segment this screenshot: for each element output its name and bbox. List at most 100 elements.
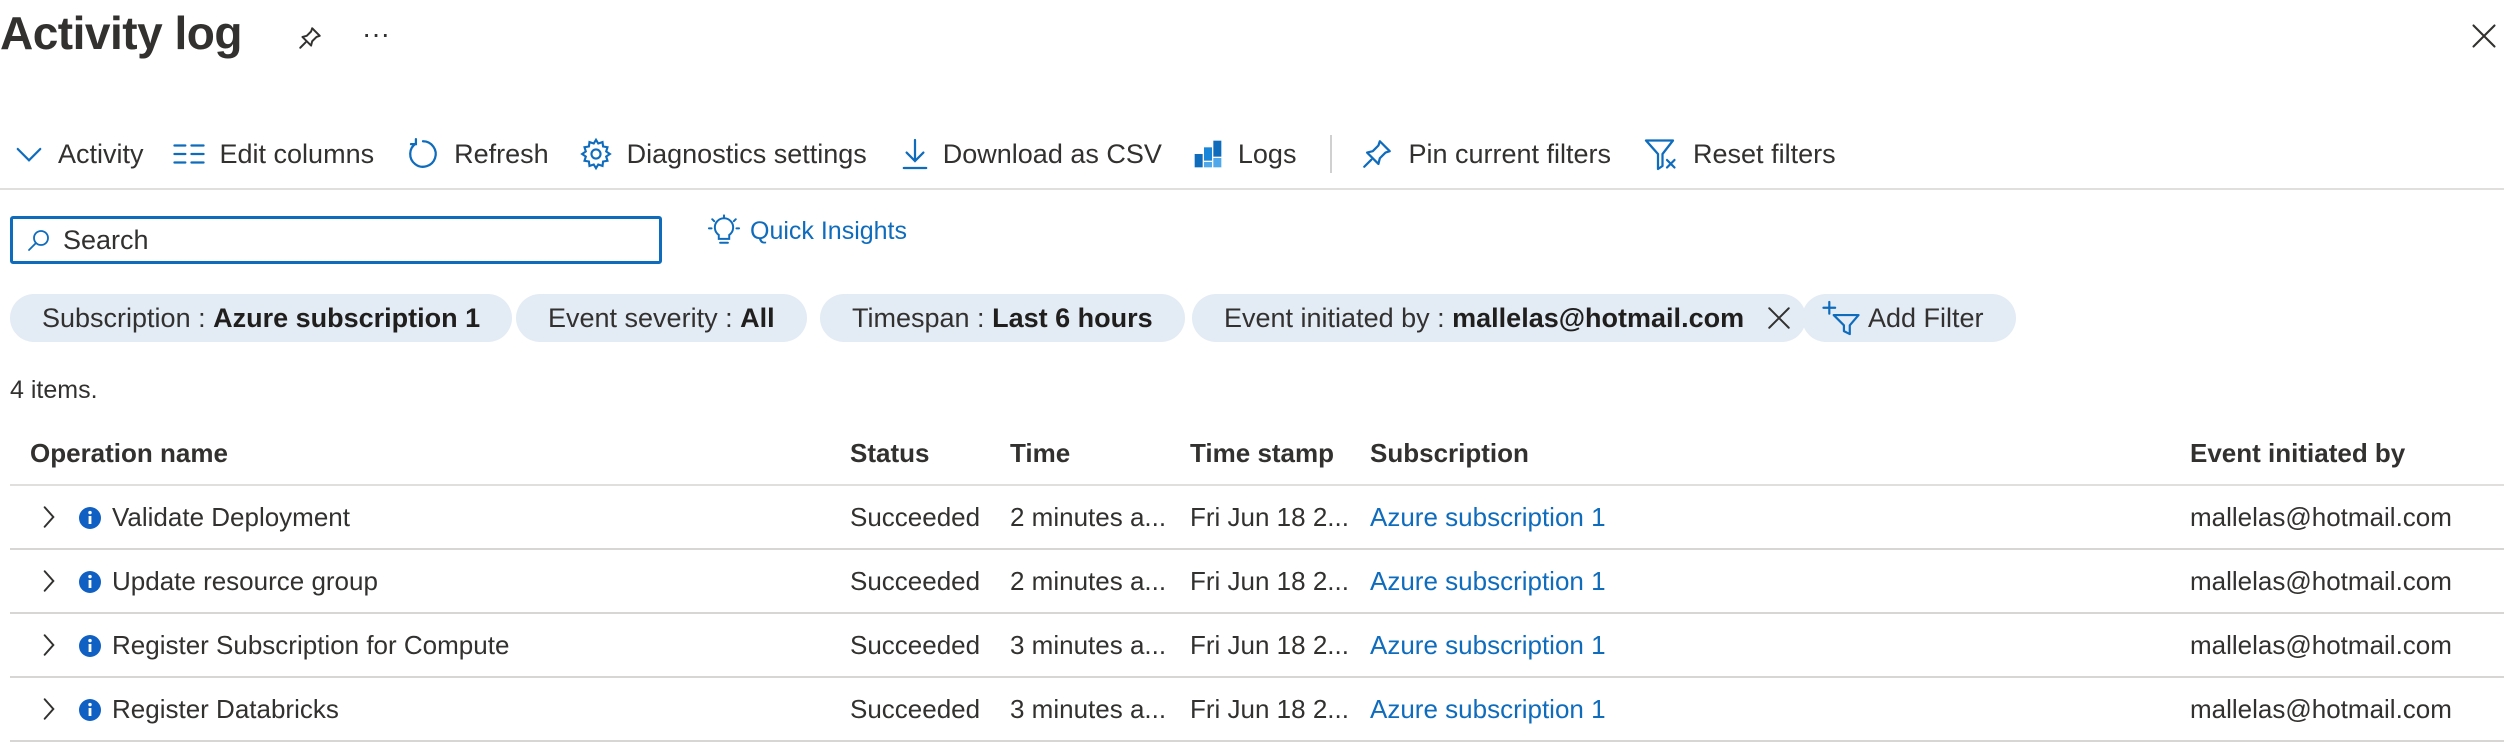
diagnostics-settings-button[interactable]: Diagnostics settings	[579, 128, 867, 180]
time-cell: 3 minutes a...	[1010, 630, 1167, 660]
refresh-label: Refresh	[454, 138, 549, 169]
add-filter-label: Add Filter	[1868, 302, 1984, 333]
subscription-link[interactable]: Azure subscription 1	[1370, 502, 1606, 533]
time-cell: 2 minutes a...	[1010, 502, 1167, 532]
chevron-down-icon	[16, 147, 42, 162]
remove-filter-button[interactable]	[1766, 305, 1792, 331]
add-filter-icon	[1822, 300, 1860, 336]
download-csv-label: Download as CSV	[942, 138, 1162, 169]
download-csv-button[interactable]: Download as CSV	[901, 128, 1162, 180]
pin-current-filters-button[interactable]: Pin current filters	[1360, 128, 1611, 180]
filter-pill-event-severity[interactable]: Event severity : All	[516, 294, 807, 342]
expand-row-button[interactable]	[34, 628, 64, 662]
activity-table: Operation name Status Time Time stamp Su…	[10, 420, 2504, 742]
more-options-button[interactable]: ···	[356, 14, 396, 54]
table-row[interactable]: Validate Deployment Succeeded 2 minutes …	[10, 486, 2504, 550]
pin-icon	[1363, 140, 1392, 168]
reset-filters-label: Reset filters	[1693, 138, 1836, 169]
close-icon	[1768, 307, 1790, 329]
subscription-link[interactable]: Azure subscription 1	[1370, 630, 1606, 661]
filter-pill-timespan[interactable]: Timespan : Last 6 hours	[820, 294, 1185, 342]
filter-key: Event severity :	[548, 302, 733, 333]
info-icon	[79, 635, 101, 657]
search-icon	[28, 230, 49, 251]
blade-header: Activity log ···	[0, 0, 2504, 80]
table-row[interactable]: Update resource group Succeeded 2 minute…	[10, 550, 2504, 614]
info-icon	[79, 571, 101, 593]
info-icon	[79, 699, 101, 721]
filter-pill-subscription[interactable]: Subscription : Azure subscription 1	[10, 294, 513, 342]
event-initiated-by-cell: mallelas@hotmail.com	[2190, 502, 2452, 532]
time-stamp-cell: Fri Jun 18 2...	[1190, 502, 1349, 532]
subscription-link[interactable]: Azure subscription 1	[1370, 566, 1606, 597]
logs-label: Logs	[1237, 138, 1297, 169]
items-count: 4 items.	[10, 376, 98, 404]
table-row[interactable]: Register Subscription for Compute Succee…	[10, 614, 2504, 678]
logs-button[interactable]: Logs	[1192, 128, 1297, 180]
quick-insights-link[interactable]: Quick Insights	[708, 214, 907, 248]
time-cell: 2 minutes a...	[1010, 566, 1167, 596]
filter-value: Last 6 hours	[992, 302, 1153, 333]
filter-pill-event-initiated-by[interactable]: Event initiated by : mallelas@hotmail.co…	[1192, 294, 1807, 342]
event-initiated-by-cell: mallelas@hotmail.com	[2190, 694, 2452, 724]
add-filter-button[interactable]: Add Filter	[1802, 294, 2016, 342]
time-stamp-cell: Fri Jun 18 2...	[1190, 694, 1349, 724]
close-button[interactable]	[2466, 18, 2502, 54]
command-bar: Activity Edit columns Refresh Diagnostic…	[0, 128, 1836, 180]
more-icon: ···	[362, 18, 390, 49]
column-header-time[interactable]: Time	[1010, 438, 1070, 469]
search-input[interactable]	[63, 224, 643, 256]
column-header-subscription[interactable]: Subscription	[1370, 438, 1529, 469]
filter-value: All	[740, 302, 775, 333]
expand-row-button[interactable]	[34, 692, 64, 726]
operation-name-cell: Update resource group	[112, 566, 378, 596]
event-initiated-by-cell: mallelas@hotmail.com	[2190, 630, 2452, 660]
time-stamp-cell: Fri Jun 18 2...	[1190, 630, 1349, 660]
operation-name-cell: Register Databricks	[112, 694, 339, 724]
filter-value: Azure subscription 1	[213, 302, 481, 333]
operation-name-cell: Register Subscription for Compute	[112, 630, 510, 660]
filter-key: Subscription :	[42, 302, 206, 333]
diagnostics-settings-label: Diagnostics settings	[626, 138, 867, 169]
columns-icon	[172, 144, 205, 164]
info-icon	[79, 507, 101, 529]
reset-filters-button[interactable]: Reset filters	[1643, 128, 1836, 180]
expand-row-button[interactable]	[34, 564, 64, 598]
chevron-right-icon	[43, 570, 55, 592]
toolbar-divider	[1330, 135, 1333, 173]
close-icon	[2472, 24, 2496, 48]
activity-label: Activity	[58, 138, 144, 169]
column-header-event-initiated-by[interactable]: Event initiated by	[2190, 438, 2405, 469]
activity-dropdown-button[interactable]: Activity	[14, 128, 144, 180]
search-box[interactable]	[10, 216, 662, 264]
pin-blade-button[interactable]	[290, 18, 330, 58]
pin-current-filters-label: Pin current filters	[1408, 138, 1612, 169]
column-header-status[interactable]: Status	[850, 438, 929, 469]
chevron-right-icon	[43, 506, 55, 528]
edit-columns-button[interactable]: Edit columns	[172, 128, 375, 180]
logs-icon	[1194, 140, 1222, 168]
expand-row-button[interactable]	[34, 500, 64, 534]
time-cell: 3 minutes a...	[1010, 694, 1167, 724]
subscription-link[interactable]: Azure subscription 1	[1370, 694, 1606, 725]
status-cell: Succeeded	[850, 630, 981, 660]
status-cell: Succeeded	[850, 502, 981, 532]
page-title: Activity log	[0, 7, 242, 59]
table-row[interactable]: Register Databricks Succeeded 3 minutes …	[10, 678, 2504, 742]
filter-key: Timespan :	[852, 302, 985, 333]
refresh-button[interactable]: Refresh	[406, 128, 549, 180]
quick-insights-label: Quick Insights	[750, 216, 908, 245]
pin-icon	[299, 27, 321, 49]
column-header-time-stamp[interactable]: Time stamp	[1190, 438, 1334, 469]
chevron-right-icon	[43, 698, 55, 720]
column-header-operation-name[interactable]: Operation name	[30, 438, 228, 469]
toolbar-separator	[0, 188, 2504, 190]
status-cell: Succeeded	[850, 694, 981, 724]
chevron-right-icon	[43, 634, 55, 656]
time-stamp-cell: Fri Jun 18 2...	[1190, 566, 1349, 596]
lightbulb-icon	[708, 214, 740, 244]
download-icon	[902, 138, 928, 170]
event-initiated-by-cell: mallelas@hotmail.com	[2190, 566, 2452, 596]
operation-name-cell: Validate Deployment	[112, 502, 350, 532]
edit-columns-label: Edit columns	[219, 138, 375, 169]
